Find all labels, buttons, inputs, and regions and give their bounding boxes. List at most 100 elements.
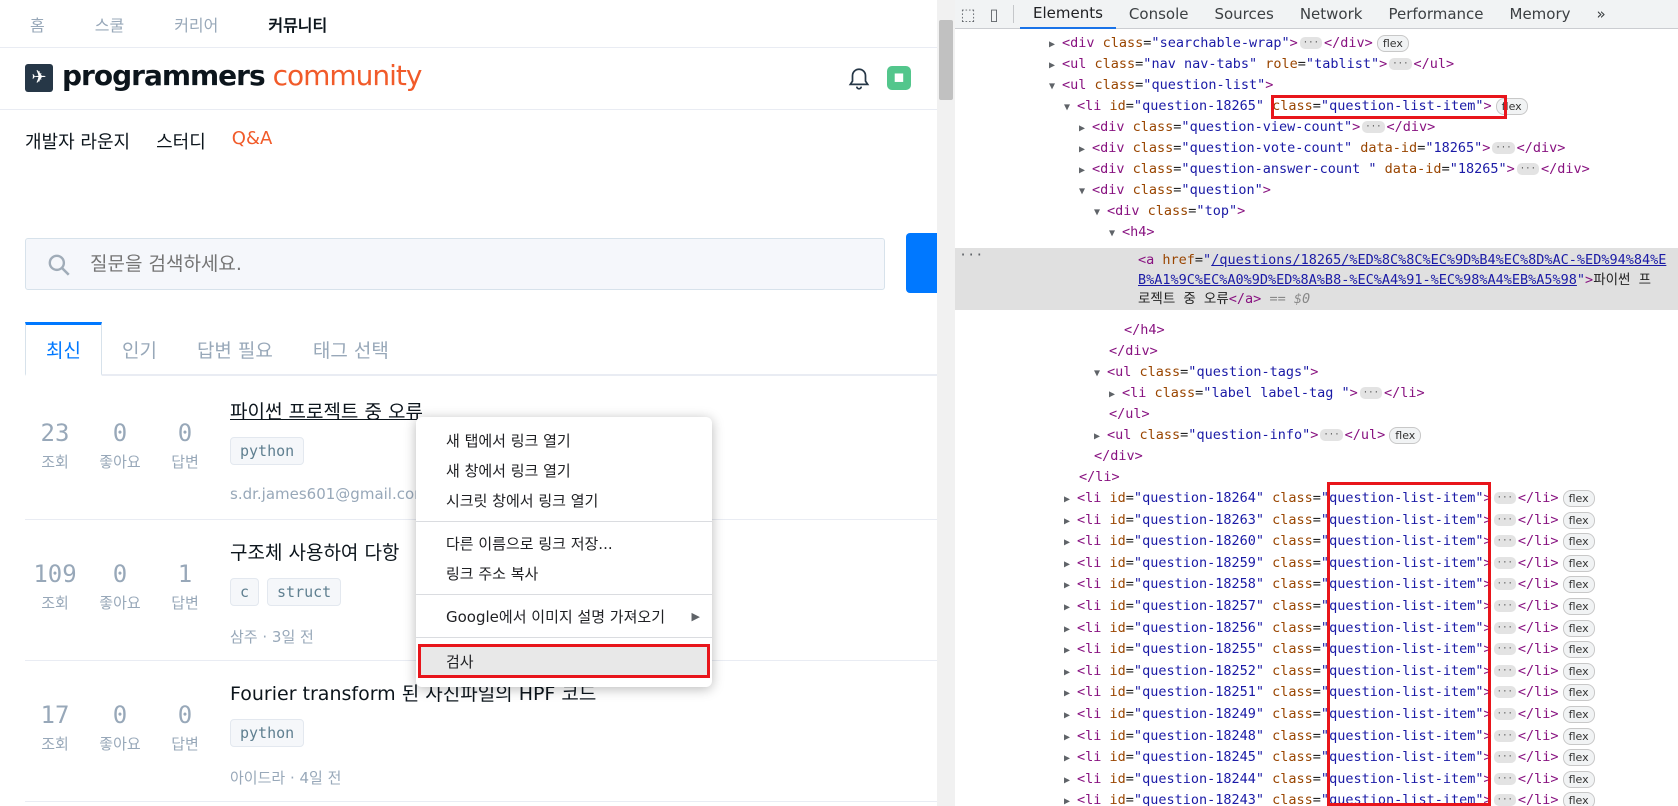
scrollbar-thumb[interactable] xyxy=(939,20,953,100)
dom-line-question[interactable]: ▼ <div class="question"> xyxy=(1079,180,1271,201)
topnav-school[interactable]: 스쿨 xyxy=(95,12,124,36)
flex-badge[interactable]: flex xyxy=(1562,662,1595,680)
dom-line-top[interactable]: ▼ <div class="top"> xyxy=(1094,201,1245,222)
collapsed-ellipsis[interactable]: ··· xyxy=(1320,429,1343,441)
tab-need-answer[interactable]: 답변 필요 xyxy=(177,322,293,376)
menu-open-new-window[interactable]: 새 창에서 링크 열기 xyxy=(416,455,712,485)
collapsed-ellipsis[interactable]: ··· xyxy=(1493,600,1516,612)
more-tabs-button[interactable]: » xyxy=(1584,0,1619,29)
expand-triangle-icon[interactable]: ▶ xyxy=(1064,662,1077,683)
dom-line-h4-close[interactable]: </h4> xyxy=(1124,320,1165,341)
expand-triangle-icon[interactable]: ▶ xyxy=(1064,748,1077,769)
bell-icon[interactable] xyxy=(846,66,872,92)
device-toggle-icon[interactable]: ▯ xyxy=(981,5,1007,24)
dom-line-div-close2[interactable]: </div> xyxy=(1094,446,1143,467)
tag-label[interactable]: python xyxy=(230,437,305,465)
subnav-study[interactable]: 스터디 xyxy=(156,128,206,154)
collapsed-ellipsis[interactable]: ··· xyxy=(1493,643,1516,656)
tag-label[interactable]: struct xyxy=(267,578,342,606)
dom-line-div-close[interactable]: </div> xyxy=(1109,341,1158,362)
subnav-lounge[interactable]: 개발자 라운지 xyxy=(25,128,130,154)
menu-open-incognito[interactable]: 시크릿 창에서 링크 열기 xyxy=(416,485,712,515)
expand-triangle-icon[interactable]: ▶ xyxy=(1064,489,1077,510)
expand-triangle-icon[interactable]: ▶ xyxy=(1064,791,1077,806)
expand-triangle-icon[interactable]: ▶ xyxy=(1064,597,1077,618)
flex-badge[interactable]: flex xyxy=(1562,533,1595,551)
tag-label[interactable]: c xyxy=(230,578,260,606)
menu-google-image-description[interactable]: Google에서 이미지 설명 가져오기 ▶ xyxy=(416,601,712,631)
collapsed-ellipsis[interactable]: ··· xyxy=(1493,664,1516,677)
dom-line-anchor-cont[interactable]: B%A1%9C%EC%A0%9D%ED%8A%B8-%EC%A4%91-%EC%… xyxy=(1138,270,1651,291)
menu-inspect[interactable]: 검사 xyxy=(418,644,710,678)
expand-triangle-icon[interactable]: ▶ xyxy=(1064,683,1077,704)
expand-triangle-icon[interactable]: ▶ xyxy=(1064,705,1077,726)
dom-line-question-info[interactable]: ▶ <ul class="question-info"> ··· </ul> flex xyxy=(1094,425,1422,446)
collapsed-ellipsis[interactable]: ··· xyxy=(1493,535,1516,548)
page-scrollbar[interactable] xyxy=(937,0,955,806)
expand-triangle-icon[interactable]: ▶ xyxy=(1064,770,1077,791)
collapsed-ellipsis[interactable]: ··· xyxy=(1389,58,1412,70)
collapsed-ellipsis[interactable]: ··· xyxy=(1492,142,1515,154)
inspect-element-icon[interactable]: ⬚ xyxy=(955,5,981,24)
collapsed-ellipsis[interactable]: ··· xyxy=(1362,121,1385,133)
avatar[interactable]: ◼ xyxy=(887,66,911,90)
href-link[interactable]: /questions/18265/%ED%8C%8C%EC%9D%B4%EC%8… xyxy=(1211,252,1666,268)
collapsed-ellipsis[interactable]: ··· xyxy=(1493,708,1516,720)
flex-badge[interactable]: flex xyxy=(1562,749,1595,767)
tab-elements[interactable]: Elements xyxy=(1020,0,1116,29)
dom-line-anchor-end[interactable]: 로젝트 중 오류</a> == $0 xyxy=(1138,289,1310,310)
tab-latest[interactable]: 최신 xyxy=(25,322,102,376)
collapsed-ellipsis[interactable]: ··· xyxy=(1493,492,1516,504)
collapsed-ellipsis[interactable]: ··· xyxy=(1493,751,1516,764)
flex-badge[interactable]: flex xyxy=(1562,598,1595,615)
collapsed-ellipsis[interactable]: ··· xyxy=(1359,387,1383,399)
question-title-link[interactable]: 구조체 사용하여 다항 xyxy=(230,538,399,565)
flex-badge[interactable]: flex xyxy=(1376,35,1409,52)
logo[interactable]: programmers community xyxy=(62,59,422,92)
dom-line-label-tag[interactable]: ▶ <li class="label label-tag "> ··· </li> xyxy=(1109,383,1425,404)
flex-badge[interactable]: flex xyxy=(1562,770,1595,788)
dom-line-li-close[interactable]: </li> xyxy=(1079,467,1120,488)
flex-badge[interactable]: flex xyxy=(1389,427,1422,444)
flex-badge[interactable]: flex xyxy=(1562,511,1595,529)
flex-badge[interactable]: flex xyxy=(1562,792,1595,806)
flex-badge[interactable]: flex xyxy=(1562,706,1595,723)
tab-sources[interactable]: Sources xyxy=(1201,0,1286,29)
href-link[interactable]: B%A1%9C%EC%A0%9D%ED%8A%B8-%EC%A4%91-%EC%… xyxy=(1138,272,1577,288)
dom-line-vote-count[interactable]: ▶ <div class="question-vote-count" data-i… xyxy=(1079,138,1565,159)
dom-line-question-list[interactable]: ▼ <ul class="question-list"> xyxy=(1049,75,1273,96)
expand-triangle-icon[interactable]: ▶ xyxy=(1064,511,1077,532)
tab-memory[interactable]: Memory xyxy=(1497,0,1584,29)
dom-line-view-count[interactable]: ▶ <div class="question-view-count"> ··· </d… xyxy=(1079,117,1435,138)
tab-performance[interactable]: Performance xyxy=(1375,0,1496,29)
logo-icon[interactable]: ✈ xyxy=(25,64,53,92)
flex-badge[interactable]: flex xyxy=(1562,554,1595,572)
tab-select-tags[interactable]: 태그 선택 xyxy=(293,322,409,376)
flex-badge[interactable]: flex xyxy=(1562,727,1595,745)
dom-line-h4[interactable]: ▼ <h4> xyxy=(1109,222,1155,243)
collapsed-ellipsis[interactable]: ··· xyxy=(1299,37,1323,49)
collapsed-ellipsis[interactable]: ··· xyxy=(1493,578,1516,591)
collapsed-ellipsis[interactable]: ··· xyxy=(1493,621,1516,634)
tab-console[interactable]: Console xyxy=(1116,0,1202,29)
question-title-link[interactable]: 파이썬 프로젝트 중 오류 xyxy=(230,397,423,424)
collapsed-ellipsis[interactable]: ··· xyxy=(1493,686,1516,699)
flex-badge[interactable]: flex xyxy=(1562,490,1595,507)
topnav-community[interactable]: 커뮤니티 xyxy=(268,12,327,36)
collapsed-ellipsis[interactable]: ··· xyxy=(1493,513,1516,526)
dom-line-searchable[interactable]: ▶ <div class="searchable-wrap"> ··· </div> f… xyxy=(1049,33,1409,54)
expand-triangle-icon[interactable]: ▶ xyxy=(1064,619,1077,640)
expand-triangle-icon[interactable]: ▶ xyxy=(1064,575,1077,596)
expand-triangle-icon[interactable]: ▶ xyxy=(1064,554,1077,575)
tab-network[interactable]: Network xyxy=(1287,0,1376,29)
collapsed-ellipsis[interactable]: ··· xyxy=(1493,729,1516,742)
expand-triangle-icon[interactable]: ▶ xyxy=(1064,532,1077,553)
search-input[interactable] xyxy=(90,247,870,281)
collapsed-ellipsis[interactable]: ··· xyxy=(1516,163,1540,175)
menu-copy-link[interactable]: 링크 주소 복사 xyxy=(416,558,712,588)
expand-triangle-icon[interactable]: ▶ xyxy=(1064,640,1077,661)
flex-badge[interactable]: flex xyxy=(1562,684,1595,702)
topnav-home[interactable]: 홈 xyxy=(30,12,45,36)
tab-popular[interactable]: 인기 xyxy=(102,322,177,376)
subnav-qna[interactable]: Q&A xyxy=(232,128,273,154)
